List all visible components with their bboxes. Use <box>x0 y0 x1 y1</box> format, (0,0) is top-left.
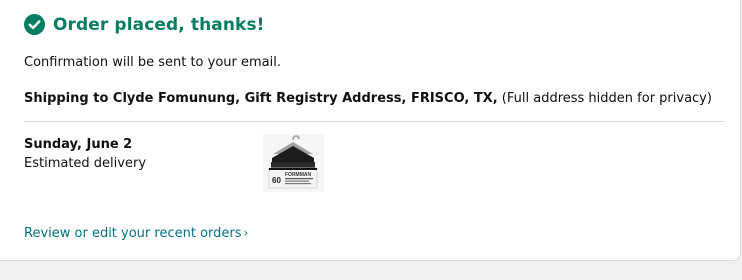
hanger-box-product-image: 60 FORMMAN <box>268 135 318 189</box>
page-title: Order placed, thanks! <box>53 14 265 35</box>
review-orders-link[interactable]: Review or edit your recent orders › <box>24 226 248 241</box>
delivery-label: Estimated delivery <box>24 156 147 171</box>
check-circle-icon <box>24 14 45 35</box>
order-header: Order placed, thanks! <box>24 14 265 35</box>
shipping-address: Shipping to Clyde Fomunung, Gift Registr… <box>24 91 712 106</box>
divider <box>24 121 725 122</box>
chevron-right-icon: › <box>243 226 249 240</box>
order-confirmation-card: Order placed, thanks! Confirmation will … <box>0 0 741 261</box>
shipping-address-label: Shipping to Clyde Fomunung, Gift Registr… <box>24 91 498 106</box>
review-orders-label: Review or edit your recent orders <box>24 226 242 241</box>
delivery-date: Sunday, June 2 <box>24 137 133 152</box>
confirmation-message: Confirmation will be sent to your email. <box>24 55 281 70</box>
box-brand-label: FORMMAN <box>285 172 311 178</box>
product-thumbnail[interactable]: 60 FORMMAN <box>263 134 324 192</box>
privacy-note: (Full address hidden for privacy) <box>501 91 712 106</box>
box-count-label: 60 <box>272 176 281 185</box>
